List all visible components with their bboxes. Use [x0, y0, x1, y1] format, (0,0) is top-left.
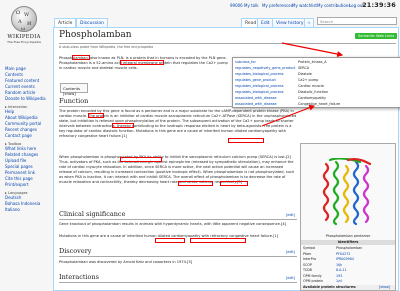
- arrow-to-popup: [281, 42, 344, 58]
- annotation-arrows: [261, 42, 344, 127]
- arrow-from-term: [261, 104, 316, 127]
